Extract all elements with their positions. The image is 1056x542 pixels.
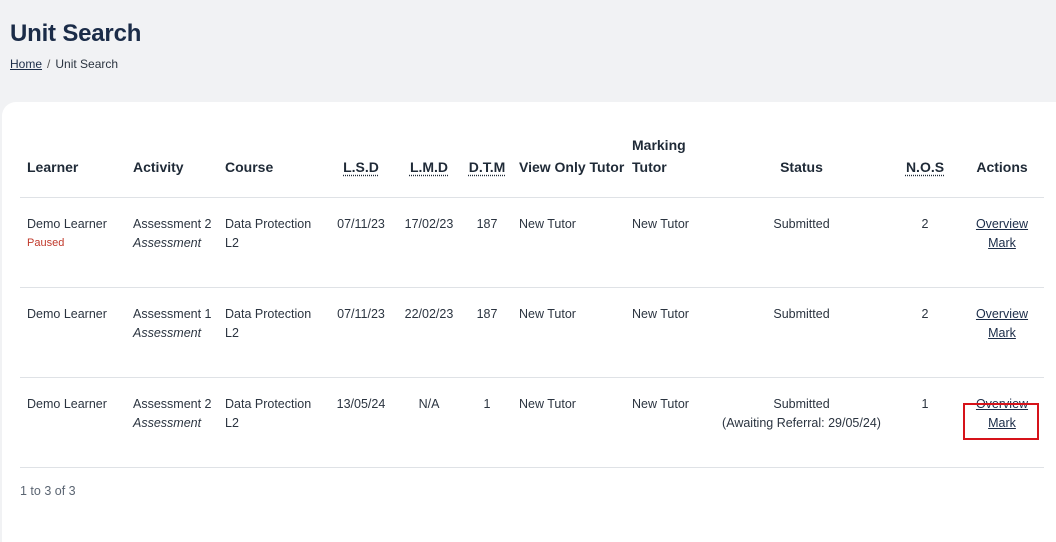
status-text: Submitted [773, 216, 830, 231]
breadcrumb-home-link[interactable]: Home [10, 57, 42, 71]
overview-link[interactable]: Overview [960, 395, 1044, 414]
dtm-cell: 187 [462, 287, 512, 378]
activity-name: Assessment 2 [133, 396, 212, 411]
learner-cell: Demo Learner Paused [20, 197, 126, 288]
table-header-row: Learner Activity Course L.S.D L.M.D D.T.… [20, 102, 1044, 198]
breadcrumb: Home / Unit Search [10, 57, 118, 71]
mark-link[interactable]: Mark [960, 414, 1044, 433]
activity-cell: Assessment 1 Assessment [126, 287, 218, 378]
activity-cell: Assessment 2 Assessment [126, 377, 218, 468]
view-only-tutor-cell: New Tutor [512, 287, 625, 378]
dtm-cell: 1 [462, 377, 512, 468]
nos-cell: 2 [890, 287, 960, 378]
learner-cell: Demo Learner [20, 287, 126, 378]
header-status[interactable]: Status [713, 102, 890, 198]
activity-cell: Assessment 2 Assessment [126, 197, 218, 288]
header-activity[interactable]: Activity [126, 102, 218, 198]
paused-badge: Paused [27, 236, 65, 249]
status-text: Submitted [773, 306, 830, 321]
status-text: Submitted [773, 396, 830, 411]
lmd-cell: N/A [396, 377, 462, 468]
status-detail: (Awaiting Referral: 29/05/24) [722, 415, 881, 430]
breadcrumb-current: Unit Search [55, 57, 119, 71]
view-only-tutor-cell: New Tutor [512, 377, 625, 468]
nos-cell: 2 [890, 197, 960, 288]
header-marking-tutor[interactable]: Marking Tutor [625, 102, 713, 198]
activity-name: Assessment 1 [133, 306, 212, 321]
header-lmd-abbr: L.M.D [409, 158, 449, 175]
course-cell: Data Protection L2 [218, 287, 326, 378]
actions-cell: Overview Mark [960, 197, 1044, 288]
table-row: Demo Learner Assessment 2 Assessment Dat… [20, 377, 1044, 468]
lsd-cell: 07/11/23 [326, 287, 396, 378]
learner-cell: Demo Learner [20, 377, 126, 468]
overview-link[interactable]: Overview [960, 215, 1044, 234]
table-row: Demo Learner Paused Assessment 2 Assessm… [20, 197, 1044, 288]
mark-link[interactable]: Mark [960, 324, 1044, 343]
results-card: Learner Activity Course L.S.D L.M.D D.T.… [2, 102, 1056, 542]
marking-tutor-cell: New Tutor [625, 287, 713, 378]
header-view-only-tutor[interactable]: View Only Tutor [512, 102, 625, 198]
learner-name: Demo Learner [27, 216, 107, 231]
lmd-cell: 17/02/23 [396, 197, 462, 288]
status-cell: Submitted [713, 197, 890, 288]
lsd-cell: 07/11/23 [326, 197, 396, 288]
marking-tutor-cell: New Tutor [625, 197, 713, 288]
nos-cell: 1 [890, 377, 960, 468]
lmd-cell: 22/02/23 [396, 287, 462, 378]
activity-type: Assessment [133, 235, 202, 250]
status-cell: Submitted (Awaiting Referral: 29/05/24) [713, 377, 890, 468]
header-course[interactable]: Course [218, 102, 326, 198]
view-only-tutor-cell: New Tutor [512, 197, 625, 288]
header-nos-abbr: N.O.S [905, 158, 945, 175]
course-cell: Data Protection L2 [218, 197, 326, 288]
header-lmd[interactable]: L.M.D [396, 102, 462, 198]
lsd-cell: 13/05/24 [326, 377, 396, 468]
header-actions: Actions [960, 102, 1044, 198]
header-dtm-abbr: D.T.M [468, 158, 506, 175]
learner-name: Demo Learner [27, 396, 107, 411]
header-nos[interactable]: N.O.S [890, 102, 960, 198]
status-cell: Submitted [713, 287, 890, 378]
header-learner[interactable]: Learner [20, 102, 126, 198]
marking-tutor-cell: New Tutor [625, 377, 713, 468]
table-row: Demo Learner Assessment 1 Assessment Dat… [20, 287, 1044, 378]
header-dtm[interactable]: D.T.M [462, 102, 512, 198]
mark-link[interactable]: Mark [960, 234, 1044, 253]
actions-cell: Overview Mark [960, 287, 1044, 378]
overview-link[interactable]: Overview [960, 305, 1044, 324]
actions-cell: Overview Mark [960, 377, 1044, 468]
learner-name: Demo Learner [27, 306, 107, 321]
course-cell: Data Protection L2 [218, 377, 326, 468]
header-lsd-abbr: L.S.D [343, 158, 379, 175]
breadcrumb-separator: / [47, 57, 51, 71]
page-title: Unit Search [10, 20, 142, 47]
header-lsd[interactable]: L.S.D [326, 102, 396, 198]
unit-results-table: Learner Activity Course L.S.D L.M.D D.T.… [20, 102, 1044, 468]
activity-type: Assessment [133, 325, 202, 340]
activity-type: Assessment [133, 415, 202, 430]
pagination-summary: 1 to 3 of 3 [20, 484, 76, 498]
activity-name: Assessment 2 [133, 216, 212, 231]
dtm-cell: 187 [462, 197, 512, 288]
